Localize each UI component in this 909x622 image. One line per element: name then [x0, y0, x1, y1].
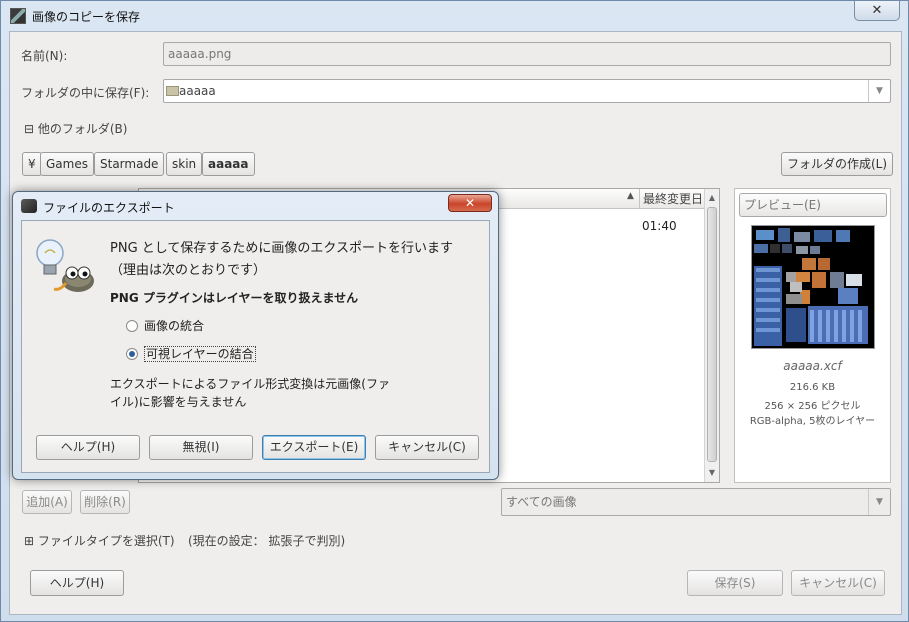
- radio-flatten-image[interactable]: 画像の統合: [126, 317, 204, 334]
- other-folders-expander[interactable]: ⊟ 他のフォルダ(B): [24, 120, 127, 137]
- file-list-scrollbar[interactable]: ▲ ▼: [704, 189, 719, 482]
- export-dialog-body: PNG として保存するために画像のエクスポートを行います （理由は次のとおりです…: [21, 220, 490, 473]
- name-label: 名前(N):: [21, 49, 68, 63]
- file-filter-value: すべての画像: [506, 495, 577, 509]
- create-folder-button[interactable]: フォルダの作成(L): [781, 152, 894, 176]
- chevron-down-icon: ▼: [868, 80, 890, 102]
- preview-description: RGB-alpha, 5枚のレイヤー: [749, 416, 876, 427]
- preview-pane: プレビュー(E) aaaaa.xcf 216.6 KB 256 × 256 ピク…: [734, 188, 891, 483]
- app-icon: [10, 8, 26, 24]
- folder-icon: [166, 86, 179, 96]
- path-button-aaaaa[interactable]: aaaaa: [202, 152, 255, 176]
- preview-dimensions: 256 × 256 ピクセル: [764, 401, 861, 412]
- chevron-down-icon: ▼: [868, 489, 890, 515]
- export-message-line1: PNG として保存するために画像のエクスポートを行います: [110, 241, 453, 256]
- help-button[interactable]: ヘルプ(H): [30, 570, 124, 596]
- path-button-root[interactable]: ¥: [22, 152, 42, 176]
- preview-file-name: aaaaa.xcf: [783, 359, 842, 373]
- radio-button[interactable]: [126, 320, 138, 332]
- export-message-line2: （理由は次のとおりです）: [110, 263, 267, 278]
- radio-label: 可視レイヤーの結合: [144, 346, 256, 362]
- window-close-button[interactable]: ✕: [854, 1, 900, 21]
- radio-label: 画像の統合: [144, 319, 205, 333]
- save-in-folder-combo[interactable]: aaaaa ▼: [163, 79, 891, 103]
- ignore-button[interactable]: 無視(I): [149, 435, 253, 460]
- export-dialog-titlebar[interactable]: ファイルのエクスポート ✕: [13, 192, 498, 219]
- name-field[interactable]: aaaaa.png: [163, 42, 891, 66]
- path-button-starmade[interactable]: Starmade: [94, 152, 165, 176]
- export-dialog-title: ファイルのエクスポート: [43, 201, 175, 215]
- preview-toggle[interactable]: プレビュー(E): [739, 193, 887, 217]
- file-filter-combo[interactable]: すべての画像 ▼: [501, 488, 891, 516]
- export-file-dialog: ファイルのエクスポート ✕ PNG として保存するために画像のエクスポートを行い…: [12, 191, 499, 480]
- path-button-games[interactable]: Games: [40, 152, 94, 176]
- radio-merge-visible-layers[interactable]: 可視レイヤーの結合: [126, 345, 256, 362]
- scroll-thumb[interactable]: [707, 207, 717, 462]
- export-reason: PNG プラグインはレイヤーを取り扱えません: [110, 291, 359, 305]
- remove-bookmark-button[interactable]: 削除(R): [80, 490, 130, 514]
- cancel-button[interactable]: キャンセル(C): [791, 570, 885, 596]
- export-note-line2: イル)に影響を与えません: [110, 395, 247, 409]
- export-button[interactable]: エクスポート(E): [262, 435, 366, 460]
- export-note-line1: エクスポートによるファイル形式変換は元画像(ファ: [110, 377, 390, 391]
- scroll-up-icon[interactable]: ▲: [705, 191, 719, 205]
- file-row-modified[interactable]: 01:40: [642, 219, 677, 233]
- preview-file-size: 216.6 KB: [789, 382, 836, 393]
- window-title: 画像のコピーを保存: [32, 10, 141, 24]
- file-type-current-setting: (現在の設定： 拡張子で判別): [188, 534, 346, 548]
- file-type-expander[interactable]: ⊞ ファイルタイプを選択(T): [24, 532, 175, 549]
- export-cancel-button[interactable]: キャンセル(C): [375, 435, 479, 460]
- save-in-label: フォルダの中に保存(F):: [21, 86, 150, 100]
- save-button[interactable]: 保存(S): [687, 570, 783, 596]
- sort-up-icon[interactable]: ▲: [627, 191, 634, 201]
- preview-thumbnail: [751, 225, 875, 349]
- wilber-lightbulb-icon: [36, 239, 94, 292]
- scroll-down-icon[interactable]: ▼: [705, 466, 719, 480]
- window-titlebar[interactable]: 画像のコピーを保存 ✕: [1, 1, 908, 31]
- save-in-value: aaaaa: [179, 84, 216, 98]
- column-header-modified[interactable]: 最終変更日: [639, 189, 703, 209]
- gimp-wilber-icon: [21, 199, 37, 213]
- export-help-button[interactable]: ヘルプ(H): [36, 435, 140, 460]
- radio-button-checked[interactable]: [126, 348, 138, 360]
- add-bookmark-button[interactable]: 追加(A): [22, 490, 72, 514]
- export-dialog-close-button[interactable]: ✕: [448, 194, 492, 212]
- path-button-skin[interactable]: skin: [166, 152, 203, 176]
